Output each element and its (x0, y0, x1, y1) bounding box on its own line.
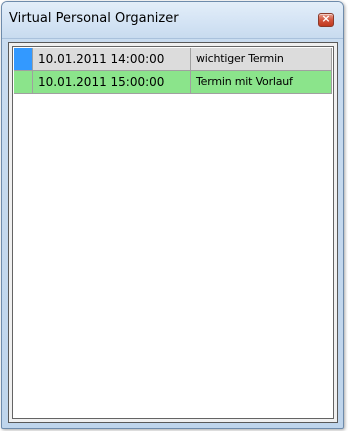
close-icon: × (321, 12, 331, 25)
appointment-list[interactable]: 10.01.2011 14:00:00 wichtiger Termin 10.… (12, 46, 334, 419)
row-color-marker (14, 48, 33, 71)
appointment-datetime: 10.01.2011 14:00:00 (33, 48, 191, 71)
organizer-window: Virtual Personal Organizer × 10.01.2011 … (1, 1, 344, 429)
title-bar[interactable]: Virtual Personal Organizer × (2, 2, 343, 39)
row-color-marker (14, 71, 33, 94)
appointment-subject: wichtiger Termin (191, 48, 332, 71)
client-area: 10.01.2011 14:00:00 wichtiger Termin 10.… (8, 42, 338, 423)
appointment-row[interactable]: 10.01.2011 14:00:00 wichtiger Termin (14, 48, 332, 71)
close-button[interactable]: × (318, 12, 334, 27)
appointment-subject: Termin mit Vorlauf (191, 71, 332, 94)
window-title: Virtual Personal Organizer (9, 11, 179, 26)
appointment-datetime: 10.01.2011 15:00:00 (33, 71, 191, 94)
appointment-row[interactable]: 10.01.2011 15:00:00 Termin mit Vorlauf (14, 71, 332, 94)
